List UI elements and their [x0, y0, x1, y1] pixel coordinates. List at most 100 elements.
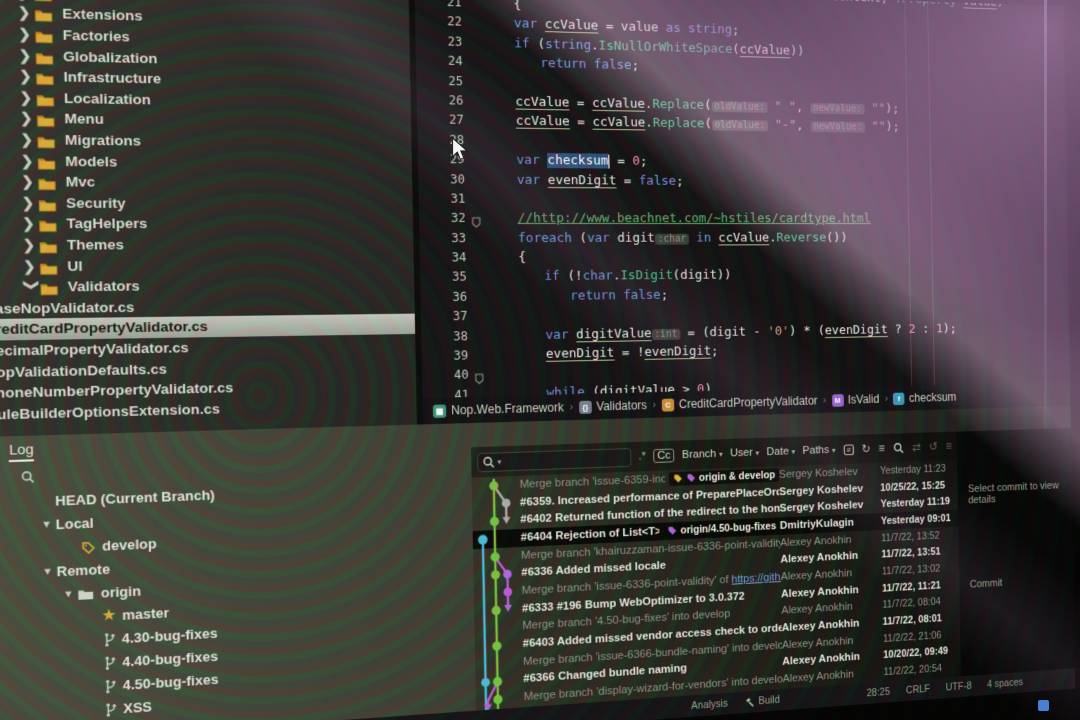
- tree-item-label: Extensions: [62, 6, 143, 24]
- breadcrumb-item-method[interactable]: MIsValid: [832, 392, 880, 407]
- breadcrumb-item-project[interactable]: ▦Nop.Web.Framework: [433, 400, 564, 418]
- method-icon: M: [832, 394, 844, 407]
- status-build[interactable]: Build: [744, 694, 780, 708]
- commit-date: 11/7/22, 13:52: [881, 529, 955, 544]
- folder-icon: [77, 585, 94, 602]
- commit-date: 10/25/22, 15:25: [880, 479, 954, 493]
- search-icon: [893, 442, 905, 455]
- folder-icon: [38, 217, 59, 231]
- folder-icon: [36, 112, 57, 126]
- line-ending-indicator[interactable]: CRLF: [906, 683, 930, 696]
- chevron-right-icon[interactable]: ❯: [22, 217, 38, 231]
- tree-item-label: Validators: [68, 278, 140, 295]
- chevron-right-icon[interactable]: ❯: [19, 48, 35, 62]
- rollback-icon[interactable]: ↺: [929, 440, 938, 453]
- chevron-down-icon[interactable]: ▾: [59, 588, 77, 601]
- tree-folder-item[interactable]: ❯ Models: [0, 149, 412, 174]
- indent-indicator[interactable]: 4 spaces: [987, 677, 1023, 691]
- commit-date: 11/7/22, 08:04: [882, 595, 956, 611]
- refresh-icon[interactable]: ↻: [861, 442, 870, 456]
- layout-icon[interactable]: ≡: [945, 439, 951, 452]
- branch-label: develop: [102, 535, 157, 553]
- folder-icon: [36, 135, 56, 149]
- branch-label: XSS: [123, 698, 152, 716]
- field-icon: f: [893, 392, 905, 405]
- chevron-right-icon[interactable]: ❯: [23, 259, 39, 273]
- tree-item-label: TagHelpers: [66, 216, 147, 232]
- search-icon: [20, 469, 35, 483]
- search-icon: [482, 455, 495, 469]
- folder-icon: [37, 156, 57, 170]
- commit-date: Yesterday 09:01: [881, 512, 955, 527]
- branch-label: Local: [55, 514, 94, 532]
- breadcrumb-separator: ›: [885, 393, 888, 404]
- tree-item-label: Menu: [64, 111, 104, 128]
- chevron-down-icon[interactable]: ▾: [38, 565, 56, 578]
- filter-paths[interactable]: Paths▾: [802, 444, 835, 457]
- git-branches-pane[interactable]: HEAD (Current Branch)▾Localdevelop▾Remot…: [0, 447, 476, 720]
- folder-icon: [34, 8, 54, 23]
- tree-item-label: CreditCardPropertyValidator.cs: [0, 319, 208, 338]
- code-line: var evenDigit = false;: [517, 170, 1067, 192]
- navigate-back-icon[interactable]: ⇄: [912, 440, 921, 454]
- chevron-right-icon[interactable]: ❯: [21, 175, 37, 189]
- status-analysis[interactable]: Analysis: [691, 698, 728, 712]
- git-tab-log[interactable]: Log: [9, 441, 34, 462]
- tree-folder-item[interactable]: ❯ Mvc: [0, 170, 412, 194]
- commit-date: Yesterday 11:23: [880, 463, 954, 477]
- chevron-down-icon[interactable]: ▾: [37, 518, 55, 531]
- git-commits-pane: ▾ .* Cc Branch▾ User▾ Date▾ Paths▾ # ↻ ≡ ⇄ ↺ ≡ Merge…: [471, 432, 961, 711]
- commit-link[interactable]: https://github.com/khairuzzaman/: [731, 571, 781, 585]
- folder-icon: [39, 240, 59, 254]
- hammer-icon: [744, 696, 754, 708]
- filter-user[interactable]: User▾: [730, 447, 759, 460]
- folder-icon: [35, 48, 56, 62]
- folder-icon: [35, 50, 55, 64]
- namespace-icon: {}: [579, 400, 592, 413]
- breadcrumb-label: Nop.Web.Framework: [451, 400, 564, 417]
- chevron-right-icon[interactable]: ❯: [20, 132, 36, 146]
- find-icon[interactable]: [893, 441, 905, 455]
- branch-label: master: [122, 604, 169, 622]
- chevron-right-icon[interactable]: ❯: [18, 27, 34, 41]
- git-column: Git: Log ‹+↙⇄↙★○ HEAD (Current Branch)▾L…: [0, 406, 1075, 720]
- chevron-right-icon[interactable]: ❯: [19, 69, 35, 83]
- breadcrumb-item-class[interactable]: CCreditCardPropertyValidator: [662, 394, 818, 412]
- chevron-right-icon[interactable]: ❯: [21, 154, 37, 168]
- chevron-right-icon[interactable]: ❯: [20, 111, 36, 125]
- filter-branch[interactable]: Branch▾: [682, 448, 723, 461]
- project-tree[interactable]: ❯Controllers❯Events❯Extensions❯Factories…: [0, 0, 423, 439]
- commit-search-input[interactable]: ▾: [477, 448, 631, 472]
- tree-folder-item[interactable]: ❯Themes: [0, 234, 414, 256]
- regex-toggle[interactable]: .*: [638, 450, 646, 462]
- code-editor[interactable]: 2122232425262728293031323334353637383940…: [415, 0, 1071, 424]
- git-commit-rows[interactable]: Merge branch 'issue-6359-increase-perfor…: [472, 460, 961, 711]
- paint-icon[interactable]: ≡: [878, 441, 884, 455]
- folder-icon: [38, 238, 59, 252]
- chevron-right-icon[interactable]: ❯: [18, 6, 34, 20]
- tree-item-label: Globalization: [63, 48, 158, 66]
- caret-position[interactable]: 28:25: [867, 686, 891, 699]
- match-case-toggle[interactable]: Cc: [653, 449, 674, 463]
- tree-folder-item[interactable]: ❯Security: [0, 192, 413, 214]
- chevron-right-icon[interactable]: ❯: [23, 238, 39, 252]
- favorite-star-icon: ★: [102, 606, 115, 623]
- tree-item-label: Migrations: [65, 132, 141, 149]
- tree-item-label: Mvc: [65, 174, 95, 190]
- chevron-right-icon[interactable]: ❯: [20, 90, 36, 104]
- tree-folder-item[interactable]: ❯ TagHelpers: [0, 213, 413, 234]
- tree-item-label: NopValidationDefaults.cs: [0, 361, 167, 381]
- chevron-right-icon[interactable]: ❯: [22, 196, 38, 210]
- tag-label: origin/4.50-bug-fixes: [680, 520, 776, 536]
- go-to-hash-icon[interactable]: #: [843, 443, 855, 456]
- commit-author: Sergey Koshelev: [779, 465, 880, 480]
- chevron-down-icon[interactable]: ❯: [24, 279, 39, 294]
- filter-date[interactable]: Date▾: [766, 445, 795, 458]
- encoding-indicator[interactable]: UTF-8: [946, 680, 972, 693]
- tree-item-label: Factories: [62, 27, 129, 45]
- breadcrumb-item-field[interactable]: fchecksum: [893, 390, 956, 405]
- breadcrumb-label: Validators: [596, 398, 647, 413]
- tree-item-label: Models: [65, 153, 117, 169]
- breadcrumb-item-namespace[interactable]: {} Validators: [579, 398, 647, 414]
- code-lines[interactable]: ext methodsexposing APIsoverride bool Is…: [415, 0, 1071, 406]
